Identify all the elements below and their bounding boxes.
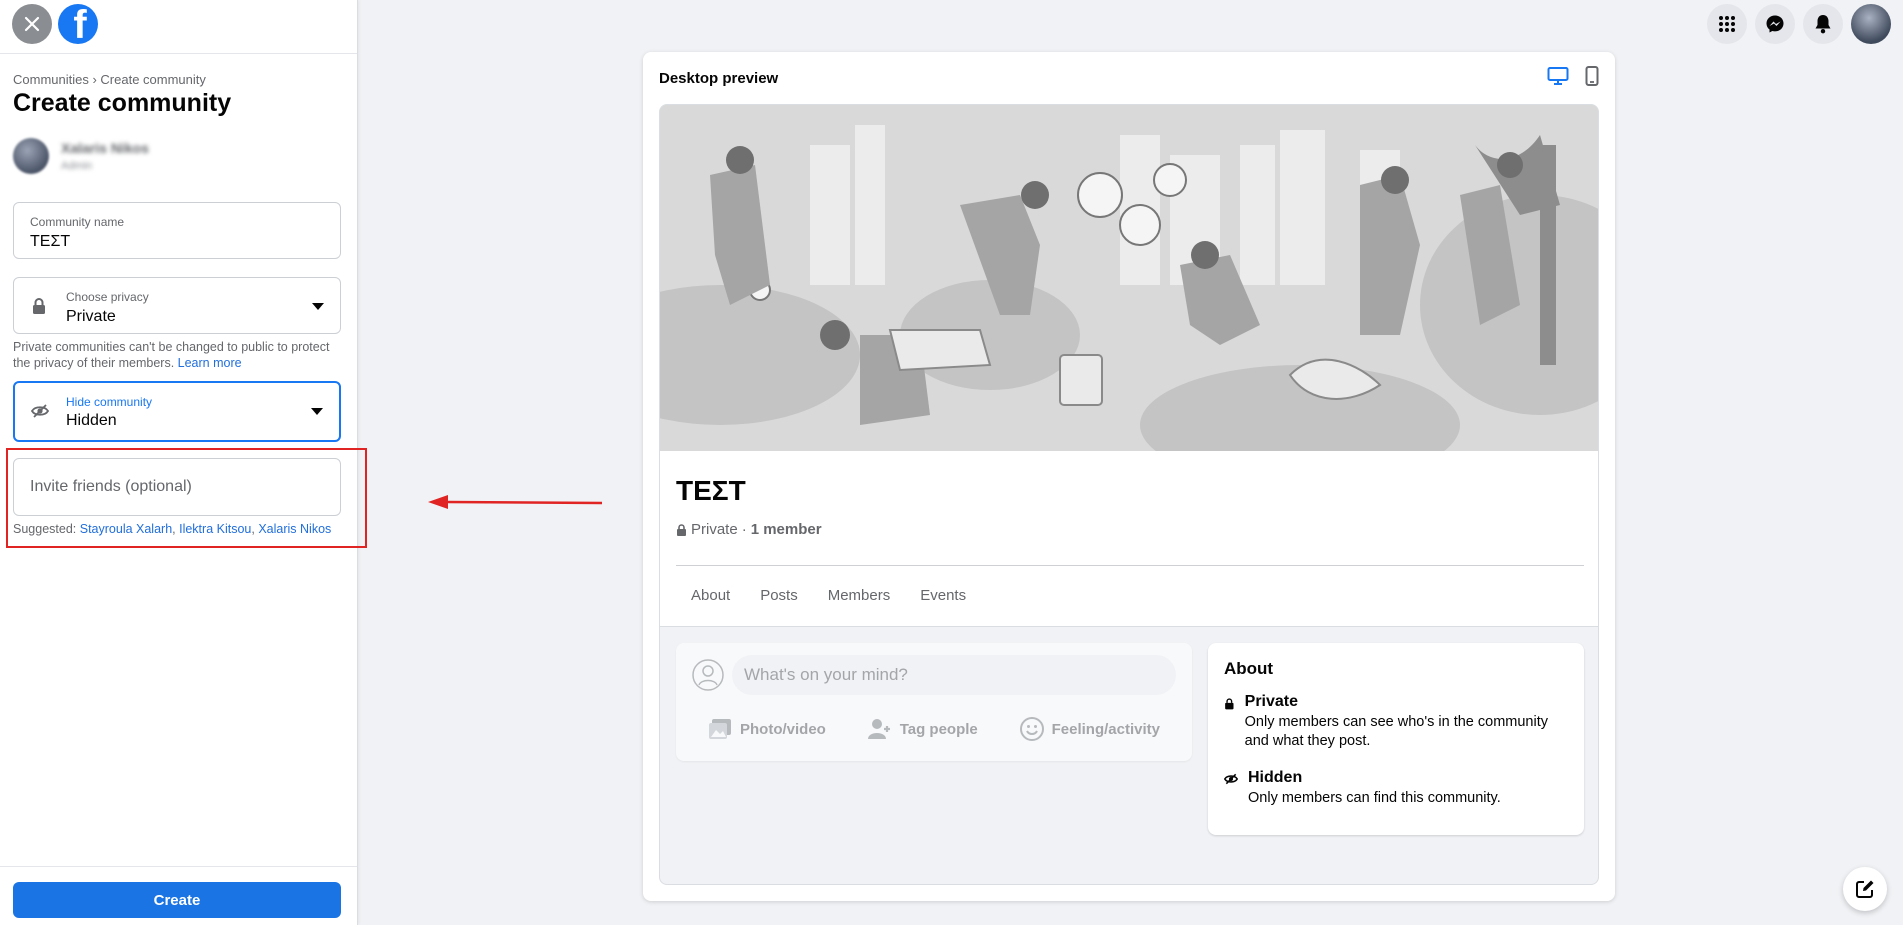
desktop-icon[interactable] [1547, 66, 1569, 86]
hide-community-value: Hidden [66, 412, 117, 429]
close-icon [24, 16, 40, 32]
preview-title: Desktop preview [659, 70, 779, 87]
about-title: About [1224, 659, 1274, 678]
annotation-highlight-box [6, 448, 367, 548]
user-placeholder-icon [692, 659, 724, 691]
photo-icon [709, 719, 731, 739]
compose-icon [1856, 880, 1874, 898]
about-item-private: Private Only members can see who's in th… [1224, 693, 1574, 751]
new-message-button[interactable] [1843, 867, 1887, 911]
community-tabs: About Posts Members Events [676, 566, 981, 626]
privacy-select[interactable]: Choose privacy Private [13, 277, 341, 334]
sidebar-footer: Create [0, 866, 357, 925]
photo-video-button[interactable]: Photo/video [708, 718, 826, 740]
notifications-icon [1815, 15, 1831, 34]
notifications-button[interactable] [1803, 4, 1843, 44]
community-name-preview: ΤΕΣΤ [676, 475, 746, 506]
facebook-logo-icon[interactable]: f [58, 4, 98, 44]
hide-community-label: Hide community [66, 395, 153, 409]
eye-icon [1224, 773, 1238, 785]
create-button[interactable]: Create [13, 882, 341, 918]
community-name-field[interactable]: Community name ΤΕΣΤ [13, 202, 341, 259]
feeling-activity-label: Feeling/activity [1051, 720, 1160, 738]
messenger-icon [1766, 15, 1784, 33]
chevron-down-icon [312, 303, 324, 310]
about-item-desc: Only members can see who's in the commun… [1244, 714, 1549, 749]
about-item-title: Private [1244, 693, 1299, 710]
desktop-preview-card: Desktop preview ΤΕΣΤ Private · 1 member … [643, 52, 1615, 901]
tag-people-button[interactable]: Tag people [867, 718, 978, 740]
facebook-logo-letter: f [73, 4, 87, 44]
photo-video-label: Photo/video [740, 720, 826, 738]
chevron-down-icon [311, 408, 323, 415]
feeling-activity-button[interactable]: Feeling/activity [1019, 717, 1160, 741]
community-privacy: Private [691, 521, 738, 538]
owner-role: Admin [61, 160, 93, 172]
sidebar-top-icons: f [12, 4, 98, 44]
cover-illustration-art [660, 105, 1598, 451]
community-header: ΤΕΣΤ Private · 1 member About Posts Memb… [660, 451, 1598, 627]
tag-people-icon [867, 719, 890, 739]
meta-separator: · [741, 521, 747, 538]
owner-info: Xalaris Nikos Admin [13, 138, 149, 174]
lock-icon [1225, 698, 1234, 710]
lock-icon [677, 523, 686, 536]
device-toggle [1547, 66, 1599, 86]
profile-avatar[interactable] [1851, 4, 1891, 44]
privacy-value: Private [66, 308, 116, 325]
post-composer: What's on your mind? Photo/video Tag peo… [676, 643, 1192, 761]
tab-posts[interactable]: Posts [745, 566, 813, 626]
community-members[interactable]: 1 member [751, 521, 822, 538]
about-item-hidden: Hidden Only members can find this commun… [1224, 769, 1574, 808]
messenger-button[interactable] [1755, 4, 1795, 44]
community-name-value[interactable]: ΤΕΣΤ [30, 233, 70, 251]
hide-community-select[interactable]: Hide community Hidden [13, 381, 341, 442]
eye-icon [31, 404, 49, 418]
owner-name: Xalaris Nikos [61, 140, 149, 156]
annotation-arrow-icon [428, 495, 603, 509]
page-title: Create community [13, 89, 232, 117]
learn-more-link[interactable]: Learn more [178, 356, 242, 370]
menu-button[interactable] [1707, 4, 1747, 44]
tab-members[interactable]: Members [813, 566, 906, 626]
community-meta: Private · 1 member [676, 521, 822, 538]
about-item-title: Hidden [1248, 769, 1303, 786]
tag-people-label: Tag people [899, 720, 978, 738]
close-button[interactable] [12, 4, 52, 44]
mobile-icon[interactable] [1585, 66, 1599, 86]
preview-frame: ΤΕΣΤ Private · 1 member About Posts Memb… [659, 104, 1599, 885]
breadcrumb[interactable]: Communities › Create community [13, 72, 206, 87]
tab-events[interactable]: Events [905, 566, 981, 626]
privacy-note-text: Private communities can't be changed to … [13, 340, 330, 370]
sidebar-divider [0, 53, 357, 54]
tab-about[interactable]: About [676, 566, 745, 626]
privacy-note: Private communities can't be changed to … [13, 339, 333, 371]
privacy-label: Choose privacy [66, 290, 149, 304]
menu-grid-icon [1719, 16, 1735, 32]
cover-illustration [660, 105, 1598, 451]
lock-icon [33, 298, 45, 314]
composer-actions: Photo/video Tag people Feeling/activity [692, 709, 1176, 749]
top-right-nav [1707, 4, 1891, 44]
composer-input[interactable]: What's on your mind? [732, 655, 1176, 695]
community-name-label: Community name [30, 215, 125, 229]
about-card: About Private Only members can see who's… [1208, 643, 1584, 835]
about-item-desc: Only members can find this community. [1248, 790, 1501, 806]
owner-avatar [13, 138, 49, 174]
smiley-icon [1019, 717, 1044, 741]
